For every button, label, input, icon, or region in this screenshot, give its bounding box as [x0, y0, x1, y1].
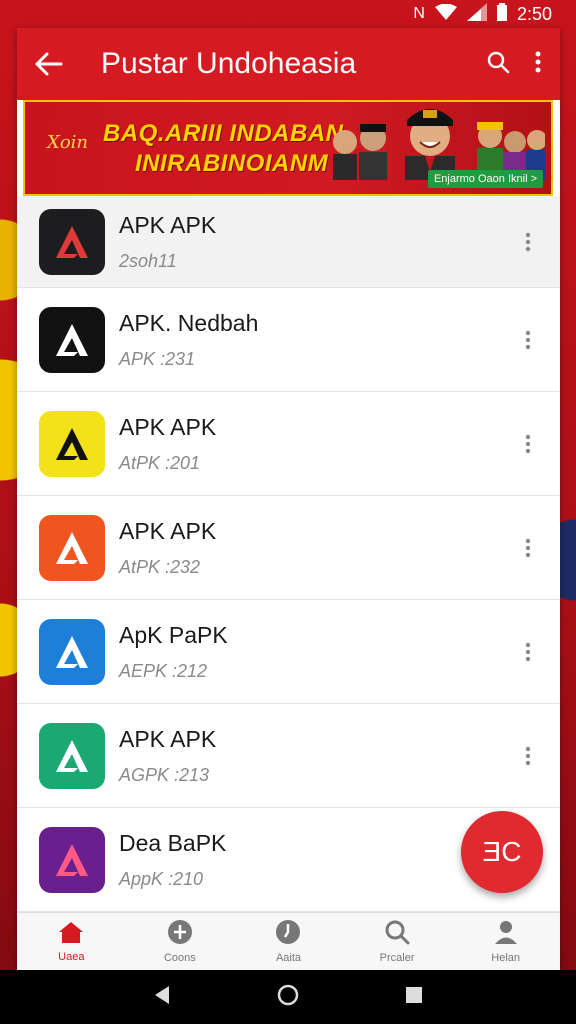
system-navigation-bar	[0, 970, 576, 1024]
nav-item-label: Aaita	[275, 952, 302, 964]
item-more-button[interactable]	[508, 632, 548, 672]
nav-item-search[interactable]: Prcaler	[343, 913, 452, 970]
more-vert-icon	[525, 232, 531, 251]
app-name: APK. Nedbah	[119, 309, 259, 336]
item-text: APK APK AGPK :213	[119, 726, 508, 786]
app-version: 2soh11	[119, 250, 177, 271]
item-text: Dea BaPK AppK :210	[119, 830, 508, 890]
apk-white-a-icon	[39, 306, 105, 373]
clock-icon	[275, 919, 301, 948]
back-triangle-icon	[155, 985, 169, 1004]
more-vert-icon	[525, 434, 531, 453]
status-time: 2:50	[516, 3, 552, 24]
item-more-button[interactable]	[508, 528, 548, 568]
more-vert-icon	[525, 746, 531, 765]
recents-square-icon	[406, 986, 422, 1003]
home-circle-icon	[277, 984, 299, 1005]
nav-item-label: Uaea	[58, 951, 85, 963]
back-button[interactable]	[17, 28, 81, 100]
app-version: AtPK :232	[119, 556, 201, 577]
info-circle-icon	[167, 919, 193, 948]
bottom-navigation: Uaea Coons Aaita Prcaler Helan	[17, 912, 560, 970]
apk-red-a-icon	[39, 208, 105, 275]
app-name: APK APK	[119, 725, 217, 752]
app-version: AEPK :212	[119, 660, 208, 681]
system-recents-button[interactable]	[405, 986, 423, 1009]
promo-banner[interactable]: Xoin BAQ.ARIII INDABAN INIRABINOIANM Enj…	[23, 100, 553, 196]
app-list: APK APK 2soh11 APK. Nedbah APK :231 APK APK A…	[17, 196, 560, 912]
item-text: APK. Nedbah APK :231	[119, 310, 508, 370]
wifi-icon	[434, 3, 457, 25]
person-icon	[493, 919, 519, 948]
app-version: AtPK :201	[119, 452, 201, 473]
search-icon	[384, 919, 410, 948]
item-more-button[interactable]	[508, 736, 548, 776]
status-bar: N 2:50	[0, 0, 576, 28]
nav-item-home[interactable]: Uaea	[17, 913, 126, 970]
more-vert-icon	[525, 538, 531, 557]
item-text: APK APK AtPK :201	[119, 414, 508, 474]
more-vert-icon	[525, 642, 531, 661]
item-text: APK APK 2soh11	[119, 212, 508, 272]
more-vert-icon	[525, 330, 531, 349]
page-title: Pustar Undoheasia	[101, 47, 357, 80]
system-home-button[interactable]	[277, 984, 299, 1011]
banner-crowd-illustration	[333, 109, 545, 180]
nav-item-info-circle[interactable]: Coons	[126, 913, 235, 970]
item-more-button[interactable]	[508, 424, 548, 464]
app-bar: Pustar Undoheasia	[17, 28, 560, 100]
list-item[interactable]: APK APK AGPK :213	[17, 704, 560, 808]
battery-icon	[496, 2, 507, 26]
apk-rainbow-icon	[39, 618, 105, 685]
app-name: ApK PaPK	[119, 621, 228, 648]
apk-purple-icon	[39, 826, 105, 893]
app-version: APK :231	[119, 348, 196, 369]
app-name: APK APK	[119, 211, 217, 238]
nav-item-clock[interactable]: Aaita	[234, 913, 343, 970]
back-arrow-icon	[35, 52, 63, 76]
list-item[interactable]: APK. Nedbah APK :231	[17, 288, 560, 392]
apk-shield-icon	[39, 410, 105, 477]
nav-item-person[interactable]: Helan	[451, 913, 560, 970]
more-options-button[interactable]	[534, 50, 542, 79]
nav-item-label: Prcaler	[379, 952, 415, 964]
list-item[interactable]: APK APK 2soh11	[17, 196, 560, 288]
item-more-button[interactable]	[508, 320, 548, 360]
signal-icon	[466, 2, 487, 26]
app-name: APK APK	[119, 517, 217, 544]
floating-action-button[interactable]: ƎC	[461, 811, 543, 893]
apk-green-icon	[39, 722, 105, 789]
banner-headline-1: BAQ.ARIII INDABAN	[103, 120, 344, 147]
nav-item-label: Helan	[491, 952, 521, 964]
item-more-button[interactable]	[508, 222, 548, 262]
nav-item-label: Coons	[163, 952, 196, 964]
app-version: AGPK :213	[119, 764, 210, 785]
home-icon	[58, 920, 84, 947]
more-vert-icon	[535, 51, 541, 72]
list-item[interactable]: APK APK AtPK :201	[17, 392, 560, 496]
item-text: APK APK AtPK :232	[119, 518, 508, 578]
apk-orange-a-icon	[39, 514, 105, 581]
app-name: Dea BaPK	[119, 829, 227, 856]
search-icon	[487, 51, 510, 73]
app-version: AppK :210	[119, 868, 204, 889]
nfc-icon: N	[413, 5, 425, 22]
app-name: APK APK	[119, 413, 217, 440]
search-button[interactable]	[486, 50, 510, 79]
banner-small-text: Xoin	[47, 132, 89, 153]
list-item[interactable]: APK APK AtPK :232	[17, 496, 560, 600]
list-item[interactable]: ApK PaPK AEPK :212	[17, 600, 560, 704]
system-back-button[interactable]	[153, 985, 171, 1010]
banner-headline-2: INIRABINOIANM	[135, 150, 329, 177]
banner-cta-button[interactable]: Enjarmo Oaon Iknil >	[427, 170, 543, 188]
item-text: ApK PaPK AEPK :212	[119, 622, 508, 682]
